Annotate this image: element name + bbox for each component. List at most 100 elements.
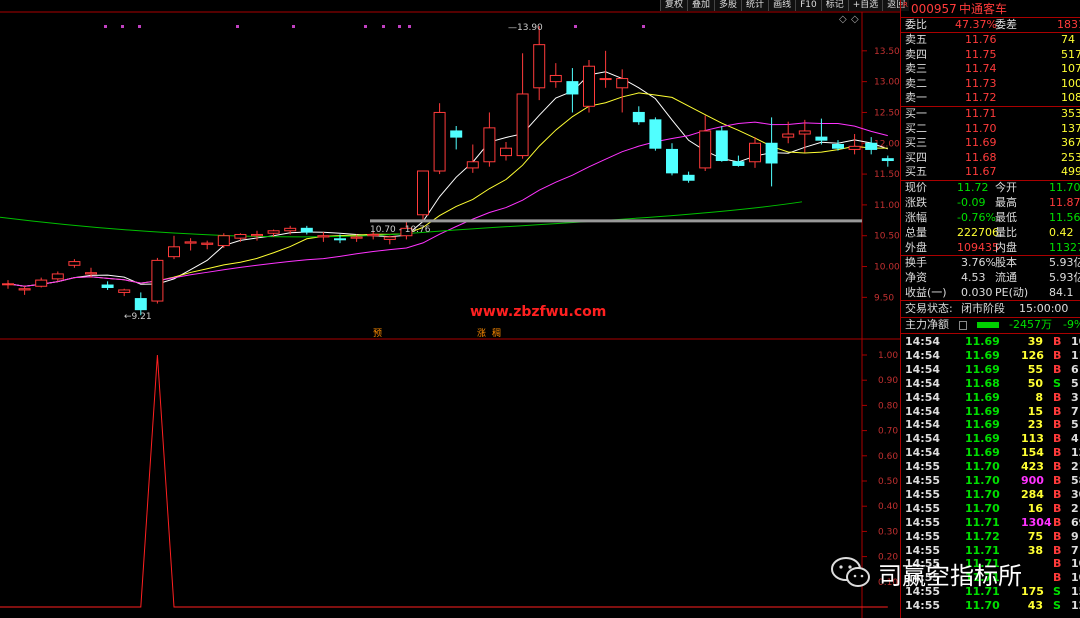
candle-body — [350, 236, 363, 239]
toolbar-button-2[interactable]: 多股 — [714, 0, 742, 11]
watermark-text: 司赢空指标所 — [878, 562, 1022, 590]
fund-row-2: 收益(一) 0.030 PE(动) 84.1 — [903, 286, 1080, 300]
ask-volume: 108 — [1061, 91, 1080, 105]
y-tick-label: 13.50 — [874, 47, 900, 57]
quote-label: 总量 — [905, 226, 927, 239]
quote-value: -0.76% — [957, 211, 996, 224]
low-label: ←9.21 — [124, 312, 152, 322]
ask-price: 11.74 — [965, 62, 997, 76]
fund-value-2: 5.93亿 — [1049, 271, 1080, 284]
status-label: 交易状态: — [905, 302, 953, 315]
bid-volume: 353 — [1061, 107, 1080, 120]
bid-label: 买五 — [905, 165, 927, 179]
fund-label-2: 股本 — [995, 256, 1017, 269]
tick-row-4: 14:54 11.69 8 B 3 — [903, 391, 1080, 404]
tick-count: 7 — [1071, 404, 1079, 418]
candle-body — [566, 81, 579, 95]
candle-body — [815, 136, 828, 141]
tick-row-7: 14:54 11.69 113 B 4 — [903, 432, 1080, 445]
toolbar-button-6[interactable]: 标记 — [820, 0, 848, 11]
tick-row-9: 14:55 11.70 423 B 21 — [903, 460, 1080, 473]
tick-direction: B — [1053, 335, 1062, 348]
candle-body — [300, 227, 313, 233]
ask-price: 11.72 — [965, 91, 997, 105]
tick-volume: 8 — [1035, 390, 1043, 404]
candle-body — [168, 246, 180, 258]
candle-body — [217, 235, 230, 247]
quote-label-2: 量比 — [995, 226, 1017, 239]
candle-body — [848, 145, 861, 150]
ma5-line — [7, 71, 888, 287]
bid-price: 11.71 — [965, 107, 997, 120]
tick-count: 11 — [1071, 348, 1080, 362]
diamond-icon: ◇ — [851, 14, 859, 25]
candle-body — [632, 111, 645, 123]
tick-time: 14:54 — [905, 348, 941, 362]
candle-body — [51, 273, 64, 280]
bid-row-3: 买四 11.68 253 — [903, 151, 1080, 165]
bid-row-1: 买二 11.70 1376 — [903, 122, 1080, 136]
ask-row-1: 卖四 11.75 517 — [903, 48, 1080, 62]
candle-body — [334, 238, 346, 241]
candle-body — [533, 44, 546, 89]
tick-count: 2 — [1071, 501, 1079, 515]
ask-row-0: 卖五 11.76 74 — [903, 33, 1080, 47]
toolbar-button-1[interactable]: 叠加 — [687, 0, 715, 11]
bid-price: 11.70 — [965, 121, 997, 135]
candle-body — [516, 93, 529, 157]
tick-time: 14:55 — [905, 460, 941, 474]
tick-count: 6 — [1071, 362, 1079, 376]
candle-body — [68, 261, 81, 266]
tick-volume: 16 — [1027, 501, 1043, 515]
fund-row-1: 净资 4.53 流通 5.93亿 — [903, 271, 1080, 285]
candle-body — [865, 142, 878, 150]
indicator-tick-label: 0.80 — [878, 401, 898, 411]
bid-label: 买一 — [905, 107, 927, 120]
zhuli-pct: -9% — [1063, 318, 1080, 331]
bid-row-4: 买五 11.67 499 — [903, 165, 1080, 179]
tick-count: 5 — [1071, 376, 1079, 390]
signal-label: 涨 — [477, 328, 486, 339]
weicha-label: 委差 — [995, 18, 1017, 31]
candle-body — [417, 170, 429, 216]
signal-label: 稠 — [492, 328, 501, 339]
tick-row-0: 14:54 11.69 39 B 10 — [903, 335, 1080, 348]
quote-value-2: 11.70 — [1049, 181, 1080, 194]
toolbar-button-5[interactable]: F10 — [795, 0, 821, 11]
toolbar-button-7[interactable]: +自选 — [847, 0, 883, 11]
tick-direction: B — [1053, 515, 1062, 529]
candle-body — [201, 242, 214, 245]
candle-body — [151, 259, 164, 302]
tick-volume: 15 — [1027, 404, 1043, 418]
status-value: 闭市阶段 — [961, 302, 1005, 315]
tick-volume: 50 — [1027, 376, 1043, 390]
tick-price: 11.69 — [965, 432, 1000, 446]
zhuli-label: 主力净额 — [905, 318, 949, 331]
tick-time: 14:55 — [905, 501, 941, 515]
tick-direction: B — [1053, 487, 1062, 501]
toolbar-button-3[interactable]: 统计 — [741, 0, 769, 11]
wechat-icon — [831, 557, 870, 587]
tick-volume: 43 — [1027, 599, 1043, 613]
toolbar-button-0[interactable]: 复权 — [660, 0, 688, 11]
tick-time: 14:54 — [905, 335, 941, 348]
tick-direction: B — [1053, 390, 1062, 404]
tick-time: 14:55 — [905, 474, 941, 487]
signal-dot — [121, 25, 124, 28]
tick-time: 14:54 — [905, 362, 941, 376]
kline-chart[interactable]: 13.5013.0012.5012.0011.5011.0010.5010.00… — [0, 0, 900, 618]
tick-time: 14:54 — [905, 432, 941, 446]
range-label: 10.70 - 10.76 — [370, 225, 431, 235]
tick-price: 11.69 — [965, 404, 1000, 418]
ask-row-4: 卖一 11.72 108 — [903, 91, 1080, 105]
zhuli-menu-icon[interactable] — [959, 321, 967, 330]
tick-row-1: 14:54 11.69 126 B 11 — [903, 349, 1080, 362]
high-label: —13.90 — [508, 23, 543, 33]
tick-count: 10 — [1071, 335, 1080, 348]
tick-count: 9 — [1071, 529, 1079, 543]
candle-body — [500, 147, 512, 157]
toolbar-button-4[interactable]: 画线 — [768, 0, 796, 11]
ask-price: 11.73 — [965, 76, 997, 90]
stock-code: 000957 — [911, 2, 957, 16]
tick-direction: B — [1053, 529, 1062, 543]
